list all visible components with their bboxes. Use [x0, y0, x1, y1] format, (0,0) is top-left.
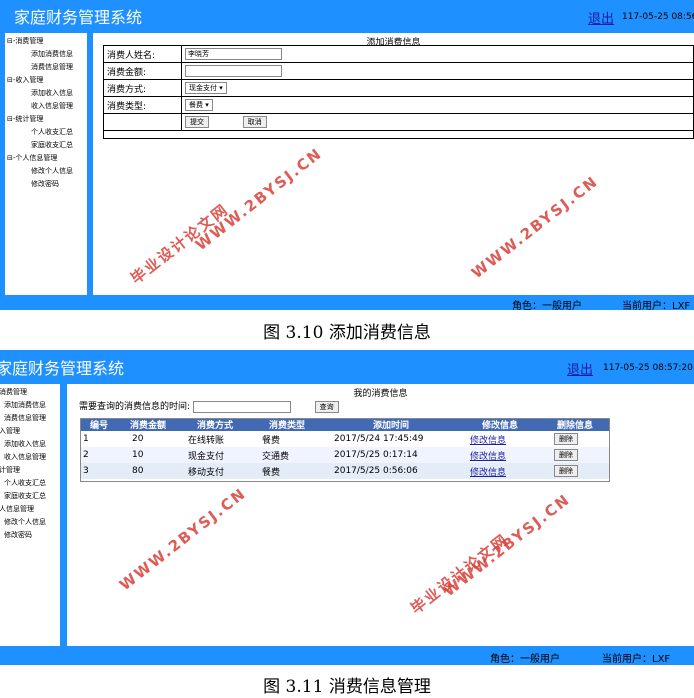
nav-add-expense[interactable]: 添加消费信息: [31, 48, 73, 61]
cell-method: 在线转账: [178, 431, 252, 447]
cell-amount: 80: [118, 463, 178, 479]
cell-method: 移动支付: [178, 463, 252, 479]
cell-id: 1: [80, 431, 118, 447]
chevron-down-icon: ▾: [219, 84, 223, 92]
nav-add-expense[interactable]: 添加消费信息: [4, 399, 46, 412]
cell-amount: 10: [118, 447, 178, 463]
nav-group-expense[interactable]: ⊟-消费管理: [7, 35, 43, 48]
header-bar: 家庭财务管理系统 退出 117-05-25 08:57:20 PM: [0, 350, 694, 381]
nav-group-income[interactable]: 入管理: [0, 425, 20, 438]
cell-type: 餐费: [252, 431, 322, 447]
screenshot-manage-expense: 家庭财务管理系统 退出 117-05-25 08:57:20 PM 消费管理 添…: [0, 350, 694, 665]
edit-link[interactable]: 修改信息: [470, 452, 506, 462]
nav-edit-profile[interactable]: 修改个人信息: [4, 516, 46, 529]
col-header-id: 编号: [80, 418, 118, 431]
nav-manage-expense[interactable]: 消费信息管理: [4, 412, 46, 425]
nav-personal-summary[interactable]: 个人收支汇总: [31, 126, 73, 139]
cell-id: 3: [80, 463, 118, 479]
role-text: 角色：一般用户: [490, 654, 560, 665]
main-panel: 添加消费信息 消费人姓名: 李晓芳 消费金额: 消费方式: 现金支付 ▾ 消费类…: [93, 33, 694, 295]
page-title: 我的消费信息: [353, 389, 408, 399]
main-panel: 我的消费信息 需要查询的消费信息的时间: 查询 编号 消费金额 消费方式 消费类…: [67, 384, 694, 646]
edit-link[interactable]: 修改信息: [470, 436, 506, 446]
cell-time: 2017/5/24 17:45:49: [322, 431, 460, 447]
nav-group-profile[interactable]: 人信息管理: [0, 503, 34, 516]
expense-table: 编号 消费金额 消费方式 消费类型 添加时间 修改信息 删除信息 1 20 在线…: [80, 418, 610, 479]
delete-button[interactable]: 删除: [554, 449, 578, 461]
nav-change-password[interactable]: 修改密码: [31, 178, 59, 191]
nav-manage-income[interactable]: 收入信息管理: [31, 100, 73, 113]
nav-manage-income[interactable]: 收入信息管理: [4, 451, 46, 464]
nav-personal-summary[interactable]: 个人收支汇总: [4, 477, 46, 490]
app-title: 家庭财务管理系统: [0, 359, 125, 378]
nav-manage-expense[interactable]: 消费信息管理: [31, 61, 73, 74]
cell-id: 2: [80, 447, 118, 463]
method-select[interactable]: 现金支付 ▾: [185, 82, 227, 94]
cell-time: 2017/5/25 0:56:06: [322, 463, 460, 479]
col-header-amount: 消费金额: [118, 418, 178, 431]
clock: 117-05-25 08:57:20 PM: [603, 363, 694, 373]
table-header: 编号 消费金额 消费方式 消费类型 添加时间 修改信息 删除信息: [80, 418, 610, 431]
cell-type: 餐费: [252, 463, 322, 479]
nav-group-expense[interactable]: 消费管理: [0, 386, 27, 399]
nav-family-summary[interactable]: 家庭收支汇总: [31, 139, 73, 152]
nav-change-password[interactable]: 修改密码: [4, 529, 32, 542]
cell-type: 交通费: [252, 447, 322, 463]
type-select[interactable]: 餐费 ▾: [185, 99, 213, 111]
table-row: 1 20 在线转账 餐费 2017/5/24 17:45:49 修改信息 删除: [80, 431, 610, 447]
amount-label: 消费金额:: [103, 62, 182, 80]
col-header-type: 消费类型: [252, 418, 322, 431]
nav-group-income[interactable]: ⊟-收入管理: [7, 74, 43, 87]
delete-button[interactable]: 删除: [554, 465, 578, 477]
cell-time: 2017/5/25 0:17:14: [322, 447, 460, 463]
table-row: 3 80 移动支付 餐费 2017/5/25 0:56:06 修改信息 删除: [80, 463, 610, 479]
method-label: 消费方式:: [103, 79, 182, 97]
role-text: 角色：一般用户: [512, 301, 582, 310]
current-user-text: 当前用户：LXF: [602, 654, 671, 665]
col-header-delete: 删除信息: [540, 418, 610, 431]
logout-link[interactable]: 退出: [567, 359, 593, 378]
footer-bar: 角色：一般用户 当前用户：LXF: [0, 295, 694, 310]
table-row: 2 10 现金支付 交通费 2017/5/25 0:17:14 修改信息 删除: [80, 447, 610, 463]
footer-bar: 角色：一般用户 当前用户：LXF: [0, 648, 694, 665]
nav-group-stats[interactable]: 计管理: [0, 464, 20, 477]
figure-caption-1: 图 3.10 添加消费信息: [263, 323, 431, 343]
nav-edit-profile[interactable]: 修改个人信息: [31, 165, 73, 178]
method-select-value: 现金支付: [189, 84, 217, 92]
type-label: 消费类型:: [103, 96, 182, 114]
edit-link[interactable]: 修改信息: [470, 468, 506, 478]
nav-add-income[interactable]: 添加收入信息: [4, 438, 46, 451]
name-label: 消费人姓名:: [103, 45, 182, 63]
submit-button[interactable]: 提交: [185, 116, 209, 128]
figure-caption-2: 图 3.11 消费信息管理: [263, 677, 431, 697]
type-select-value: 餐费: [189, 101, 203, 109]
nav-family-summary[interactable]: 家庭收支汇总: [4, 490, 46, 503]
header-bar: 家庭财务管理系统 退出 117-05-25 08:56:02: [0, 0, 694, 30]
current-user-text: 当前用户：LXF: [622, 301, 691, 310]
nav-group-stats[interactable]: ⊟-统计管理: [7, 113, 43, 126]
screenshot-add-expense: 家庭财务管理系统 退出 117-05-25 08:56:02 ⊟-消费管理 添加…: [0, 0, 694, 310]
logout-link[interactable]: 退出: [588, 8, 614, 27]
delete-button[interactable]: 删除: [554, 433, 578, 445]
cell-method: 现金支付: [178, 447, 252, 463]
nav-add-income[interactable]: 添加收入信息: [31, 87, 73, 100]
sidebar-nav: 消费管理 添加消费信息 消费信息管理 入管理 添加收入信息 收入信息管理 计管理…: [0, 384, 60, 646]
col-header-edit: 修改信息: [460, 418, 540, 431]
name-field[interactable]: 李晓芳: [185, 48, 282, 60]
cell-amount: 20: [118, 431, 178, 447]
chevron-down-icon: ▾: [205, 101, 209, 109]
col-header-method: 消费方式: [178, 418, 252, 431]
clock: 117-05-25 08:56:02: [622, 12, 694, 22]
query-bar: 需要查询的消费信息的时间: 查询: [79, 399, 339, 413]
query-date-input[interactable]: [192, 400, 291, 413]
col-header-time: 添加时间: [322, 418, 460, 431]
app-title: 家庭财务管理系统: [14, 8, 143, 27]
nav-group-profile[interactable]: ⊟-个人信息管理: [7, 152, 57, 165]
amount-field[interactable]: [185, 65, 282, 77]
query-button[interactable]: 查询: [314, 400, 339, 413]
query-label: 需要查询的消费信息的时间:: [79, 402, 191, 412]
sidebar-nav: ⊟-消费管理 添加消费信息 消费信息管理 ⊟-收入管理 添加收入信息 收入信息管…: [5, 33, 87, 295]
cancel-button[interactable]: 取消: [242, 116, 267, 128]
add-expense-form: 消费人姓名: 李晓芳 消费金额: 消费方式: 现金支付 ▾ 消费类型: 餐费 ▾…: [103, 45, 694, 139]
